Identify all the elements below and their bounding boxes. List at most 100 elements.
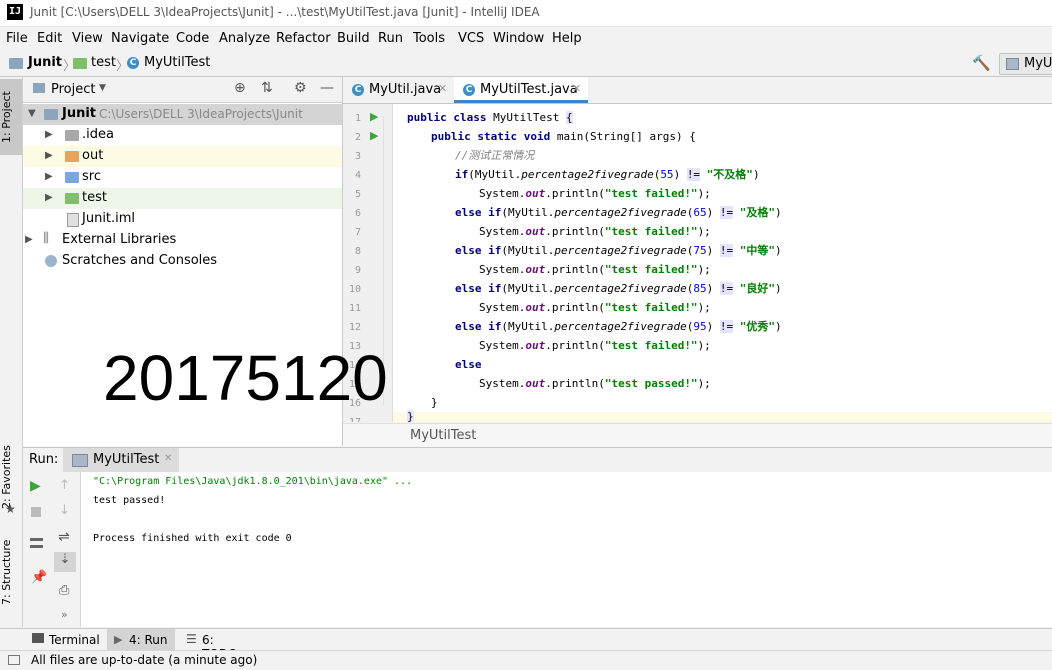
tree-label: External Libraries	[62, 232, 177, 247]
menu-run[interactable]: Run	[378, 31, 403, 46]
stop-icon[interactable]	[31, 507, 41, 517]
print-icon[interactable]: ⎙	[59, 583, 69, 598]
tab-myutil-java[interactable]: C MyUtil.java ✕	[343, 77, 453, 103]
library-icon: ⫼	[43, 231, 49, 246]
menu-code[interactable]: Code	[176, 31, 209, 46]
menu-refactor[interactable]: Refactor	[276, 31, 331, 46]
run-console[interactable]: "C:\Program Files\Java\jdk1.8.0_201\bin\…	[81, 472, 1052, 627]
menu-tools[interactable]: Tools	[413, 31, 445, 46]
status-window-icon[interactable]	[8, 655, 20, 665]
close-icon[interactable]: ✕	[572, 82, 581, 95]
tab-myutiltest-java[interactable]: C MyUtilTest.java ✕	[454, 77, 588, 103]
arrow-down-icon[interactable]: ↓	[59, 503, 70, 518]
tree-item-junit-iml[interactable]: Junit.iml	[23, 209, 342, 230]
folder-icon	[65, 193, 79, 204]
editor-tab-bar: C MyUtil.java ✕ C MyUtilTest.java ✕	[343, 77, 1052, 104]
line-number: 12	[348, 322, 361, 333]
run-gutter-icon[interactable]: ▶	[370, 129, 378, 142]
folder-icon	[73, 58, 87, 69]
tree-label: test	[82, 190, 107, 205]
tree-item-external-libraries[interactable]: ▶ ⫼ External Libraries	[23, 230, 342, 251]
menu-build[interactable]: Build	[337, 31, 370, 46]
tab-project-tool[interactable]: 1: Project	[0, 79, 22, 155]
build-hammer-icon[interactable]: 🔨	[972, 54, 991, 72]
run-gutter-icon[interactable]: ▶	[370, 110, 378, 123]
tool-run[interactable]: ▶ 4: Run	[107, 629, 175, 651]
tab-project-label: 1: Project	[0, 91, 13, 143]
soft-wrap-icon[interactable]: ⇌	[58, 529, 70, 545]
line-number: 11	[348, 303, 361, 314]
menu-window[interactable]: Window	[493, 31, 544, 46]
run-config-selector[interactable]: MyU	[999, 53, 1052, 75]
menu-vcs[interactable]: VCS	[458, 31, 484, 46]
project-view-label[interactable]: Project	[51, 82, 95, 97]
chevron-down-icon[interactable]: ▼	[99, 83, 106, 93]
code-line: else if(MyUtil.percentage2fivegrade(85) …	[455, 282, 782, 295]
tree-item-junit[interactable]: ▼ Junit C:\Users\DELL 3\IdeaProjects\Jun…	[23, 104, 342, 125]
menu-edit[interactable]: Edit	[37, 31, 62, 46]
tab-structure-tool[interactable]: 7: Structure	[0, 532, 22, 612]
menu-help[interactable]: Help	[552, 31, 582, 46]
close-icon[interactable]: ✕	[438, 82, 447, 95]
tree-label: src	[82, 169, 101, 184]
tool-todo[interactable]: ☰ 6: TODO	[182, 629, 252, 661]
left-tool-stripe: 1: Project 2: Favorites ★ 7: Structure	[0, 77, 23, 627]
project-panel-header: Project ▼ ⊕ ⇅ ⚙ —	[23, 77, 342, 103]
code-line: }	[431, 396, 438, 409]
tree-item-src[interactable]: ▶ src	[23, 167, 342, 188]
more-icon[interactable]: »	[61, 608, 68, 621]
tree-item-out[interactable]: ▶ out	[23, 146, 342, 167]
code-line: else	[455, 358, 482, 371]
menu-analyze[interactable]: Analyze	[219, 31, 270, 46]
run-toolbar: ▶ ↑ ↓ ⇌ ⇣ 📌 ⎙ »	[23, 472, 81, 627]
menu-view[interactable]: View	[72, 31, 103, 46]
project-view-icon	[33, 83, 45, 93]
tree-item-scratches[interactable]: Scratches and Consoles	[23, 251, 342, 272]
nav-crumb-junit[interactable]: Junit	[28, 55, 62, 70]
navigation-bar: Junit 〉 test 〉 C MyUtilTest 🔨 MyU	[0, 51, 1052, 77]
tab-structure-label: 7: Structure	[0, 539, 13, 605]
code-editor[interactable]: public class MyUtilTest { public static …	[393, 104, 1052, 422]
scroll-to-end-icon[interactable]: ⇣	[54, 552, 76, 572]
locate-icon[interactable]: ⊕	[234, 80, 246, 96]
tool-label: 4: Run	[129, 633, 168, 647]
line-number: 4	[354, 170, 361, 181]
pin-icon[interactable]: 📌	[31, 570, 47, 585]
tab-label: MyUtilTest.java	[480, 82, 578, 97]
layout-icon[interactable]	[30, 538, 43, 548]
close-icon[interactable]: ✕	[164, 453, 172, 464]
tree-item-idea[interactable]: ▶ .idea	[23, 125, 342, 146]
gear-icon[interactable]: ⚙	[294, 80, 307, 96]
menu-file[interactable]: File	[6, 31, 28, 46]
editor-breadcrumb: MyUtilTest	[343, 423, 1052, 447]
tool-terminal[interactable]: Terminal	[26, 629, 100, 651]
class-icon: C	[463, 84, 475, 96]
breadcrumb-class[interactable]: MyUtilTest	[410, 428, 476, 443]
hide-icon[interactable]: —	[320, 80, 334, 96]
module-icon	[9, 58, 23, 69]
chevron-right-icon: ▶	[25, 234, 33, 245]
menu-bar: File Edit View Navigate Code Analyze Ref…	[0, 27, 1052, 50]
bottom-tool-bar: Terminal ▶ 4: Run ☰ 6: TODO	[0, 628, 1052, 661]
arrow-up-icon[interactable]: ↑	[59, 478, 70, 493]
code-line: public class MyUtilTest {	[407, 111, 573, 124]
collapse-all-icon[interactable]: ⇅	[261, 80, 273, 96]
folder-icon	[65, 172, 79, 183]
title-bar: IJ Junit [C:\Users\DELL 3\IdeaProjects\J…	[0, 0, 1052, 27]
terminal-icon	[32, 633, 44, 643]
chevron-down-icon: ▼	[28, 108, 36, 119]
run-tab-myutiltest[interactable]: MyUtilTest ✕	[63, 448, 179, 472]
tree-label: out	[82, 148, 104, 163]
code-line: System.out.println("test passed!");	[479, 377, 711, 390]
nav-crumb-test[interactable]: test	[91, 55, 116, 70]
nav-crumb-myutiltest[interactable]: MyUtilTest	[144, 55, 210, 70]
status-message: All files are up-to-date (a minute ago)	[31, 653, 258, 667]
rerun-icon[interactable]: ▶	[30, 478, 41, 494]
console-line: "C:\Program Files\Java\jdk1.8.0_201\bin\…	[93, 476, 413, 487]
chevron-right-icon: ▶	[45, 150, 53, 161]
tree-label: .idea	[82, 127, 114, 142]
code-line: else if(MyUtil.percentage2fivegrade(95) …	[455, 320, 782, 333]
menu-navigate[interactable]: Navigate	[111, 31, 169, 46]
tree-item-test[interactable]: ▶ test	[23, 188, 342, 209]
intellij-logo: IJ	[7, 4, 23, 20]
